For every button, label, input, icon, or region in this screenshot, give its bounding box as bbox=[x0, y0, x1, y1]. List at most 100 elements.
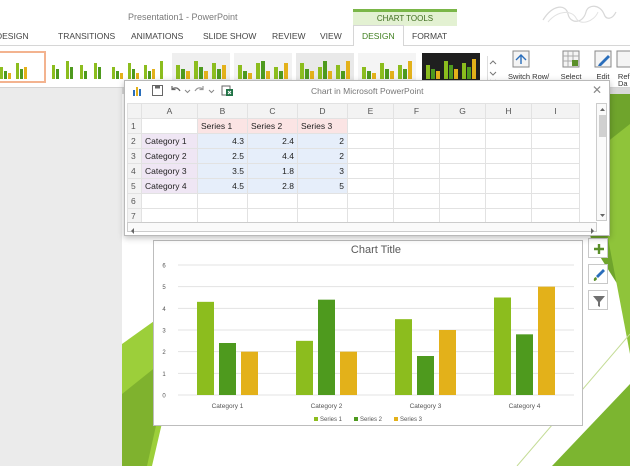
cell[interactable] bbox=[531, 193, 580, 209]
cell[interactable]: 5 bbox=[297, 178, 348, 194]
cell[interactable]: 3 bbox=[297, 163, 348, 179]
cell[interactable] bbox=[297, 193, 348, 209]
column-header[interactable]: F bbox=[393, 103, 440, 119]
cell[interactable]: 2.8 bbox=[247, 178, 298, 194]
bar bbox=[395, 319, 412, 395]
column-header[interactable]: G bbox=[439, 103, 486, 119]
vertical-scrollbar[interactable] bbox=[596, 103, 607, 221]
cell[interactable] bbox=[485, 148, 532, 164]
cell[interactable] bbox=[485, 118, 532, 134]
cell[interactable] bbox=[141, 118, 198, 134]
row-header[interactable]: 4 bbox=[127, 163, 142, 179]
cell[interactable]: 2.5 bbox=[197, 148, 248, 164]
cell[interactable] bbox=[347, 118, 394, 134]
x-tick-label: Category 2 bbox=[311, 403, 343, 410]
chart-style-thumb[interactable] bbox=[422, 53, 480, 81]
column-header[interactable]: H bbox=[485, 103, 532, 119]
chart-styles-button[interactable] bbox=[588, 264, 608, 284]
row-header[interactable]: 3 bbox=[127, 148, 142, 164]
cell[interactable] bbox=[439, 133, 486, 149]
cell[interactable] bbox=[439, 148, 486, 164]
cell[interactable]: Series 3 bbox=[297, 118, 348, 134]
column-header[interactable]: I bbox=[531, 103, 580, 119]
cell[interactable]: 4.4 bbox=[247, 148, 298, 164]
cell[interactable] bbox=[393, 163, 440, 179]
cell[interactable] bbox=[247, 193, 298, 209]
cell[interactable] bbox=[531, 163, 580, 179]
tab-design-theme[interactable]: DESIGN bbox=[0, 26, 29, 46]
cell[interactable] bbox=[531, 148, 580, 164]
slide-thumbnail-pane[interactable] bbox=[0, 88, 122, 466]
cell[interactable] bbox=[485, 178, 532, 194]
cell[interactable]: 2 bbox=[297, 133, 348, 149]
cell[interactable]: 4.3 bbox=[197, 133, 248, 149]
tab-animations[interactable]: ANIMATIONS bbox=[131, 26, 183, 46]
cell[interactable] bbox=[347, 163, 394, 179]
cell[interactable]: 2 bbox=[297, 148, 348, 164]
select-all-corner[interactable] bbox=[127, 103, 142, 119]
tab-slide-show[interactable]: SLIDE SHOW bbox=[203, 26, 256, 46]
cell[interactable] bbox=[485, 163, 532, 179]
cell[interactable] bbox=[439, 118, 486, 134]
cell[interactable]: Series 2 bbox=[247, 118, 298, 134]
close-icon[interactable]: ✕ bbox=[592, 83, 602, 97]
column-header[interactable]: A bbox=[141, 103, 198, 119]
cell[interactable] bbox=[347, 133, 394, 149]
redo-dropdown-icon[interactable] bbox=[205, 84, 218, 97]
cell[interactable] bbox=[531, 178, 580, 194]
cell[interactable] bbox=[347, 178, 394, 194]
column-header[interactable]: C bbox=[247, 103, 298, 119]
row-header[interactable]: 2 bbox=[127, 133, 142, 149]
chart-style-thumb[interactable] bbox=[358, 53, 416, 81]
cell[interactable] bbox=[485, 133, 532, 149]
cell[interactable] bbox=[347, 148, 394, 164]
cell[interactable]: Series 1 bbox=[197, 118, 248, 134]
cell[interactable]: 4.5 bbox=[197, 178, 248, 194]
chart-object[interactable]: Chart Title 0 1 2 3 4 5 6 Category 1 Category 2 Ca… bbox=[153, 240, 583, 426]
chart-data-spreadsheet-window[interactable]: Chart in Microsoft PowerPoint ✕ A B C D … bbox=[124, 80, 610, 236]
cell[interactable]: 2.4 bbox=[247, 133, 298, 149]
cell[interactable] bbox=[393, 118, 440, 134]
cell[interactable] bbox=[141, 193, 198, 209]
cell[interactable] bbox=[393, 178, 440, 194]
cell[interactable] bbox=[347, 193, 394, 209]
cell[interactable] bbox=[439, 193, 486, 209]
cell[interactable]: 3.5 bbox=[197, 163, 248, 179]
cell[interactable] bbox=[393, 133, 440, 149]
row-header[interactable]: 1 bbox=[127, 118, 142, 134]
tab-review[interactable]: REVIEW bbox=[272, 26, 306, 46]
tab-transitions[interactable]: TRANSITIONS bbox=[58, 26, 115, 46]
cell[interactable] bbox=[485, 193, 532, 209]
chart-filters-button[interactable] bbox=[588, 290, 608, 310]
chart-style-thumb[interactable] bbox=[50, 53, 108, 81]
cell[interactable] bbox=[531, 133, 580, 149]
chart-style-thumb[interactable] bbox=[110, 53, 168, 81]
chart-style-thumb[interactable] bbox=[234, 53, 292, 81]
cell[interactable] bbox=[439, 163, 486, 179]
tab-view[interactable]: VIEW bbox=[320, 26, 342, 46]
horizontal-scrollbar[interactable] bbox=[127, 222, 597, 234]
cell[interactable] bbox=[197, 193, 248, 209]
cell[interactable]: Category 2 bbox=[141, 148, 198, 164]
save-icon[interactable] bbox=[151, 84, 164, 97]
row-header[interactable]: 6 bbox=[127, 193, 142, 209]
cell[interactable]: Category 3 bbox=[141, 163, 198, 179]
cell[interactable] bbox=[393, 148, 440, 164]
column-header[interactable]: B bbox=[197, 103, 248, 119]
chart-style-thumb[interactable] bbox=[296, 53, 354, 81]
cell[interactable] bbox=[393, 193, 440, 209]
cell[interactable]: 1.8 bbox=[247, 163, 298, 179]
column-header[interactable]: E bbox=[347, 103, 394, 119]
edit-in-excel-icon[interactable] bbox=[221, 84, 234, 97]
cell[interactable]: Category 4 bbox=[141, 178, 198, 194]
cell[interactable] bbox=[531, 118, 580, 134]
cell[interactable] bbox=[439, 178, 486, 194]
chart-elements-button[interactable] bbox=[588, 238, 608, 258]
chart-style-thumb[interactable] bbox=[172, 53, 230, 81]
cell[interactable]: Category 1 bbox=[141, 133, 198, 149]
column-header[interactable]: D bbox=[297, 103, 348, 119]
row-header[interactable]: 5 bbox=[127, 178, 142, 194]
tab-chart-format[interactable]: FORMAT bbox=[412, 26, 447, 46]
tab-chart-design[interactable]: DESIGN bbox=[353, 25, 404, 47]
chart-style-thumb[interactable] bbox=[0, 51, 46, 83]
